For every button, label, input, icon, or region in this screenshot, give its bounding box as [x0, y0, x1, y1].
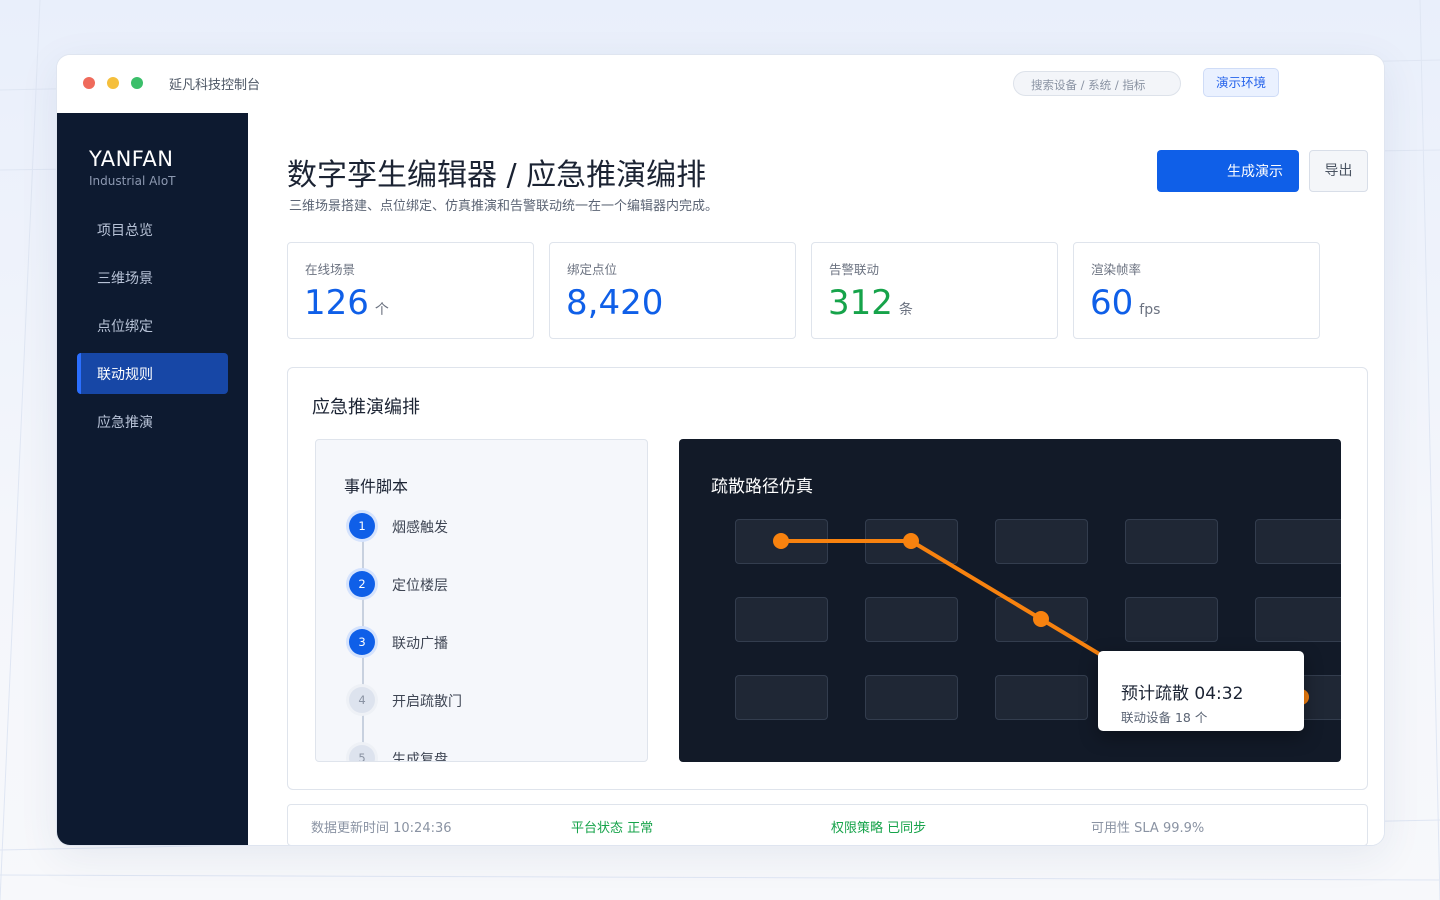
kpi-card-online-scenes: 在线场景 126 个: [287, 242, 534, 339]
kpi-card-bound-points: 绑定点位 8,420: [549, 242, 796, 339]
status-updated-time: 数据更新时间 10:24:36: [311, 821, 452, 836]
search-input[interactable]: 搜索设备 / 系统 / 指标: [1013, 71, 1181, 96]
step-label: 定位楼层: [392, 578, 448, 594]
environment-badge[interactable]: 演示环境: [1203, 68, 1279, 97]
step-label: 烟感触发: [392, 520, 448, 536]
path-node: [1033, 611, 1049, 627]
step-number: 3: [349, 629, 375, 655]
status-permission: 权限策略 已同步: [831, 821, 927, 836]
script-title: 事件脚本: [344, 477, 409, 496]
evacuation-tooltip: 预计疏散 04:32 联动设备 18 个: [1098, 651, 1304, 731]
status-platform: 平台状态 正常: [571, 821, 654, 836]
kpi-number: 312: [828, 283, 893, 323]
kpi-label: 渲染帧率: [1091, 262, 1142, 277]
sidebar-item-emergency-drill[interactable]: 应急推演: [77, 401, 228, 442]
kpi-card-render-fps: 渲染帧率 60 fps: [1073, 242, 1320, 339]
kpi-unit: fps: [1139, 302, 1161, 318]
sidebar-item-point-binding[interactable]: 点位绑定: [77, 305, 228, 346]
tooltip-title: 预计疏散 04:32: [1121, 684, 1244, 704]
page-title: 数字孪生编辑器 / 应急推演编排: [287, 158, 707, 193]
event-script-card: 事件脚本 1 烟感触发 2 定位楼层 3 联动广播 4 开启疏散门 5 生成复盘: [315, 439, 648, 762]
tooltip-subtitle: 联动设备 18 个: [1121, 710, 1208, 725]
kpi-value: 312 条: [828, 283, 913, 330]
kpi-number: 126: [304, 283, 369, 323]
main-content: 数字孪生编辑器 / 应急推演编排 三维场景搭建、点位绑定、仿真推演和告警联动统一…: [248, 113, 1384, 845]
page-subtitle: 三维场景搭建、点位绑定、仿真推演和告警联动统一在一个编辑器内完成。: [289, 199, 719, 214]
app-title: 延凡科技控制台: [169, 78, 261, 93]
kpi-number: 60: [1090, 283, 1134, 323]
evacuation-simulation-view[interactable]: 疏散路径仿真 预计疏散 04:32 联动设备 18 个: [679, 439, 1341, 762]
sidebar: YANFAN Industrial AIoT 项目总览 三维场景 点位绑定 联动…: [57, 113, 248, 845]
step-number: 2: [349, 571, 375, 597]
step-number: 1: [349, 513, 375, 539]
export-button[interactable]: 导出: [1309, 150, 1368, 192]
brand-subtitle: Industrial AIoT: [89, 174, 176, 188]
step-label: 生成复盘: [392, 752, 448, 762]
panel-title: 应急推演编排: [312, 397, 420, 418]
maximize-window-button[interactable]: [131, 77, 143, 89]
status-bar: 数据更新时间 10:24:36 平台状态 正常 权限策略 已同步 可用性 SLA…: [287, 804, 1368, 845]
drill-orchestration-panel: 应急推演编排 事件脚本 1 烟感触发 2 定位楼层 3 联动广播 4 开启疏散门…: [287, 367, 1368, 790]
status-sla: 可用性 SLA 99.9%: [1091, 821, 1205, 836]
kpi-unit: 个: [374, 302, 389, 318]
path-node: [903, 533, 919, 549]
kpi-label: 在线场景: [305, 262, 356, 277]
kpi-card-alarm-linkage: 告警联动 312 条: [811, 242, 1058, 339]
kpi-unit: 条: [898, 302, 913, 318]
kpi-value: 60 fps: [1090, 283, 1160, 330]
generate-demo-button[interactable]: 生成演示: [1157, 150, 1299, 192]
kpi-value: 8,420: [566, 283, 663, 323]
step-label: 开启疏散门: [392, 694, 462, 710]
path-node: [773, 533, 789, 549]
kpi-number: 8,420: [566, 283, 664, 323]
title-bar: 延凡科技控制台 搜索设备 / 系统 / 指标 演示环境: [57, 55, 1384, 113]
sidebar-item-overview[interactable]: 项目总览: [77, 209, 228, 250]
minimize-window-button[interactable]: [107, 77, 119, 89]
kpi-value: 126 个: [304, 283, 389, 330]
step-label: 联动广播: [392, 636, 448, 652]
kpi-label: 绑定点位: [567, 262, 618, 277]
app-window: 延凡科技控制台 搜索设备 / 系统 / 指标 演示环境 YANFAN Indus…: [56, 54, 1385, 846]
kpi-label: 告警联动: [829, 262, 880, 277]
step-number: 5: [349, 745, 375, 761]
close-window-button[interactable]: [83, 77, 95, 89]
step-number: 4: [349, 687, 375, 713]
brand-logo: YANFAN: [89, 147, 174, 171]
sidebar-item-3d-scene[interactable]: 三维场景: [77, 257, 228, 298]
sidebar-item-linkage-rules[interactable]: 联动规则: [77, 353, 228, 394]
